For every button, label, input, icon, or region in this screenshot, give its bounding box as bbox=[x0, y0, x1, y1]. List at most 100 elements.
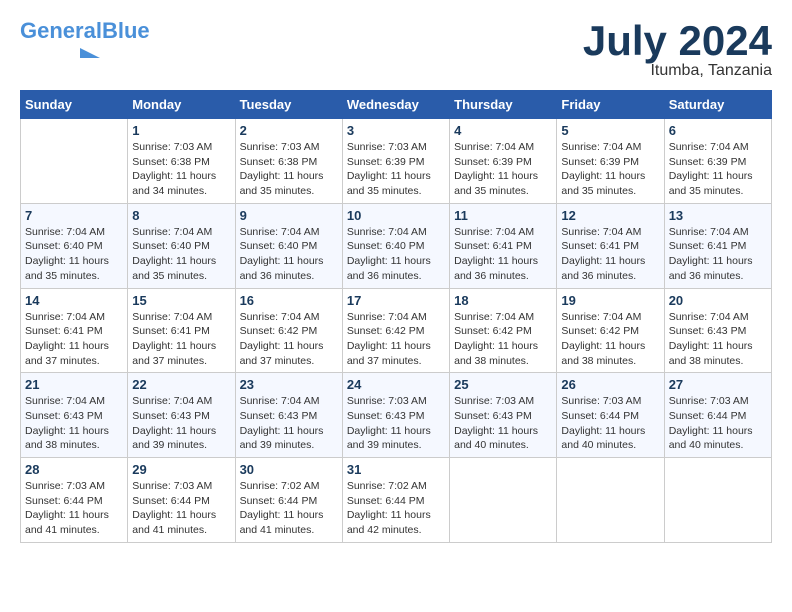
day-detail: Sunrise: 7:04 AMSunset: 6:42 PMDaylight:… bbox=[454, 310, 552, 369]
day-detail: Sunrise: 7:03 AMSunset: 6:44 PMDaylight:… bbox=[669, 394, 767, 453]
day-cell: 9 Sunrise: 7:04 AMSunset: 6:40 PMDaylight… bbox=[235, 203, 342, 288]
week-row-0: 1 Sunrise: 7:03 AMSunset: 6:38 PMDaylight… bbox=[21, 119, 772, 204]
day-number: 18 bbox=[454, 293, 552, 308]
day-detail: Sunrise: 7:04 AMSunset: 6:42 PMDaylight:… bbox=[561, 310, 659, 369]
day-detail: Sunrise: 7:04 AMSunset: 6:43 PMDaylight:… bbox=[240, 394, 338, 453]
day-number: 2 bbox=[240, 123, 338, 138]
day-number: 31 bbox=[347, 462, 445, 477]
day-number: 23 bbox=[240, 377, 338, 392]
logo-icon bbox=[20, 44, 100, 62]
day-number: 17 bbox=[347, 293, 445, 308]
day-number: 3 bbox=[347, 123, 445, 138]
day-number: 1 bbox=[132, 123, 230, 138]
day-number: 15 bbox=[132, 293, 230, 308]
day-detail: Sunrise: 7:04 AMSunset: 6:39 PMDaylight:… bbox=[454, 140, 552, 199]
day-number: 7 bbox=[25, 208, 123, 223]
logo: GeneralBlue bbox=[20, 20, 150, 62]
location: Itumba, Tanzania bbox=[583, 62, 772, 80]
day-cell: 23 Sunrise: 7:04 AMSunset: 6:43 PMDayligh… bbox=[235, 373, 342, 458]
day-number: 4 bbox=[454, 123, 552, 138]
week-row-3: 21 Sunrise: 7:04 AMSunset: 6:43 PMDayligh… bbox=[21, 373, 772, 458]
page-header: GeneralBlue July 2024 Itumba, Tanzania bbox=[20, 20, 772, 80]
col-header-wednesday: Wednesday bbox=[342, 91, 449, 119]
day-cell: 28 Sunrise: 7:03 AMSunset: 6:44 PMDayligh… bbox=[21, 458, 128, 543]
day-number: 13 bbox=[669, 208, 767, 223]
day-detail: Sunrise: 7:04 AMSunset: 6:40 PMDaylight:… bbox=[347, 225, 445, 284]
day-cell: 3Sunrise: 7:03 AMSunset: 6:39 PMDaylight… bbox=[342, 119, 449, 204]
day-number: 14 bbox=[25, 293, 123, 308]
day-detail: Sunrise: 7:04 AMSunset: 6:43 PMDaylight:… bbox=[669, 310, 767, 369]
logo-blue: Blue bbox=[102, 18, 150, 43]
day-cell bbox=[450, 458, 557, 543]
day-number: 19 bbox=[561, 293, 659, 308]
day-cell: 5 Sunrise: 7:04 AMSunset: 6:39 PMDaylight… bbox=[557, 119, 664, 204]
day-cell: 21 Sunrise: 7:04 AMSunset: 6:43 PMDayligh… bbox=[21, 373, 128, 458]
day-cell bbox=[21, 119, 128, 204]
day-number: 28 bbox=[25, 462, 123, 477]
day-number: 25 bbox=[454, 377, 552, 392]
col-header-saturday: Saturday bbox=[664, 91, 771, 119]
title-block: July 2024 Itumba, Tanzania bbox=[583, 20, 772, 80]
day-detail: Sunrise: 7:04 AMSunset: 6:42 PMDaylight:… bbox=[347, 310, 445, 369]
day-cell: 6 Sunrise: 7:04 AMSunset: 6:39 PMDaylight… bbox=[664, 119, 771, 204]
col-header-thursday: Thursday bbox=[450, 91, 557, 119]
day-number: 16 bbox=[240, 293, 338, 308]
day-detail: Sunrise: 7:04 AMSunset: 6:41 PMDaylight:… bbox=[669, 225, 767, 284]
day-detail: Sunrise: 7:04 AMSunset: 6:41 PMDaylight:… bbox=[25, 310, 123, 369]
day-detail: Sunrise: 7:03 AMSunset: 6:44 PMDaylight:… bbox=[25, 479, 123, 538]
day-detail: Sunrise: 7:04 AMSunset: 6:39 PMDaylight:… bbox=[561, 140, 659, 199]
day-number: 12 bbox=[561, 208, 659, 223]
day-detail: Sunrise: 7:04 AMSunset: 6:41 PMDaylight:… bbox=[561, 225, 659, 284]
logo-general: General bbox=[20, 18, 102, 43]
day-cell: 30Sunrise: 7:02 AMSunset: 6:44 PMDayligh… bbox=[235, 458, 342, 543]
day-cell: 2 Sunrise: 7:03 AMSunset: 6:38 PMDaylight… bbox=[235, 119, 342, 204]
day-number: 24 bbox=[347, 377, 445, 392]
day-detail: Sunrise: 7:02 AMSunset: 6:44 PMDaylight:… bbox=[347, 479, 445, 538]
day-number: 8 bbox=[132, 208, 230, 223]
day-cell: 17 Sunrise: 7:04 AMSunset: 6:42 PMDayligh… bbox=[342, 288, 449, 373]
month-title: July 2024 bbox=[583, 20, 772, 62]
day-cell: 25 Sunrise: 7:03 AMSunset: 6:43 PMDayligh… bbox=[450, 373, 557, 458]
day-number: 22 bbox=[132, 377, 230, 392]
week-row-1: 7 Sunrise: 7:04 AMSunset: 6:40 PMDaylight… bbox=[21, 203, 772, 288]
day-number: 5 bbox=[561, 123, 659, 138]
header-row: SundayMondayTuesdayWednesdayThursdayFrid… bbox=[21, 91, 772, 119]
day-detail: Sunrise: 7:03 AMSunset: 6:38 PMDaylight:… bbox=[132, 140, 230, 199]
logo-text: GeneralBlue bbox=[20, 20, 150, 42]
day-detail: Sunrise: 7:03 AMSunset: 6:43 PMDaylight:… bbox=[454, 394, 552, 453]
day-number: 6 bbox=[669, 123, 767, 138]
day-number: 10 bbox=[347, 208, 445, 223]
day-cell: 11Sunrise: 7:04 AMSunset: 6:41 PMDayligh… bbox=[450, 203, 557, 288]
day-cell: 19 Sunrise: 7:04 AMSunset: 6:42 PMDayligh… bbox=[557, 288, 664, 373]
day-number: 9 bbox=[240, 208, 338, 223]
day-cell: 31 Sunrise: 7:02 AMSunset: 6:44 PMDayligh… bbox=[342, 458, 449, 543]
day-cell: 24 Sunrise: 7:03 AMSunset: 6:43 PMDayligh… bbox=[342, 373, 449, 458]
day-detail: Sunrise: 7:04 AMSunset: 6:40 PMDaylight:… bbox=[240, 225, 338, 284]
col-header-friday: Friday bbox=[557, 91, 664, 119]
day-cell: 15Sunrise: 7:04 AMSunset: 6:41 PMDayligh… bbox=[128, 288, 235, 373]
day-cell: 14 Sunrise: 7:04 AMSunset: 6:41 PMDayligh… bbox=[21, 288, 128, 373]
day-number: 26 bbox=[561, 377, 659, 392]
day-detail: Sunrise: 7:04 AMSunset: 6:43 PMDaylight:… bbox=[132, 394, 230, 453]
day-cell: 4 Sunrise: 7:04 AMSunset: 6:39 PMDaylight… bbox=[450, 119, 557, 204]
day-cell: 16Sunrise: 7:04 AMSunset: 6:42 PMDayligh… bbox=[235, 288, 342, 373]
day-detail: Sunrise: 7:04 AMSunset: 6:40 PMDaylight:… bbox=[132, 225, 230, 284]
day-cell: 27 Sunrise: 7:03 AMSunset: 6:44 PMDayligh… bbox=[664, 373, 771, 458]
col-header-tuesday: Tuesday bbox=[235, 91, 342, 119]
day-number: 21 bbox=[25, 377, 123, 392]
day-cell: 29Sunrise: 7:03 AMSunset: 6:44 PMDayligh… bbox=[128, 458, 235, 543]
day-detail: Sunrise: 7:04 AMSunset: 6:39 PMDaylight:… bbox=[669, 140, 767, 199]
day-cell: 7 Sunrise: 7:04 AMSunset: 6:40 PMDaylight… bbox=[21, 203, 128, 288]
day-number: 30 bbox=[240, 462, 338, 477]
day-detail: Sunrise: 7:03 AMSunset: 6:43 PMDaylight:… bbox=[347, 394, 445, 453]
day-cell: 1 Sunrise: 7:03 AMSunset: 6:38 PMDaylight… bbox=[128, 119, 235, 204]
day-detail: Sunrise: 7:04 AMSunset: 6:41 PMDaylight:… bbox=[454, 225, 552, 284]
day-detail: Sunrise: 7:03 AMSunset: 6:38 PMDaylight:… bbox=[240, 140, 338, 199]
week-row-2: 14 Sunrise: 7:04 AMSunset: 6:41 PMDayligh… bbox=[21, 288, 772, 373]
day-number: 27 bbox=[669, 377, 767, 392]
day-detail: Sunrise: 7:04 AMSunset: 6:43 PMDaylight:… bbox=[25, 394, 123, 453]
day-cell: 8 Sunrise: 7:04 AMSunset: 6:40 PMDaylight… bbox=[128, 203, 235, 288]
week-row-4: 28 Sunrise: 7:03 AMSunset: 6:44 PMDayligh… bbox=[21, 458, 772, 543]
day-detail: Sunrise: 7:04 AMSunset: 6:40 PMDaylight:… bbox=[25, 225, 123, 284]
day-cell bbox=[557, 458, 664, 543]
